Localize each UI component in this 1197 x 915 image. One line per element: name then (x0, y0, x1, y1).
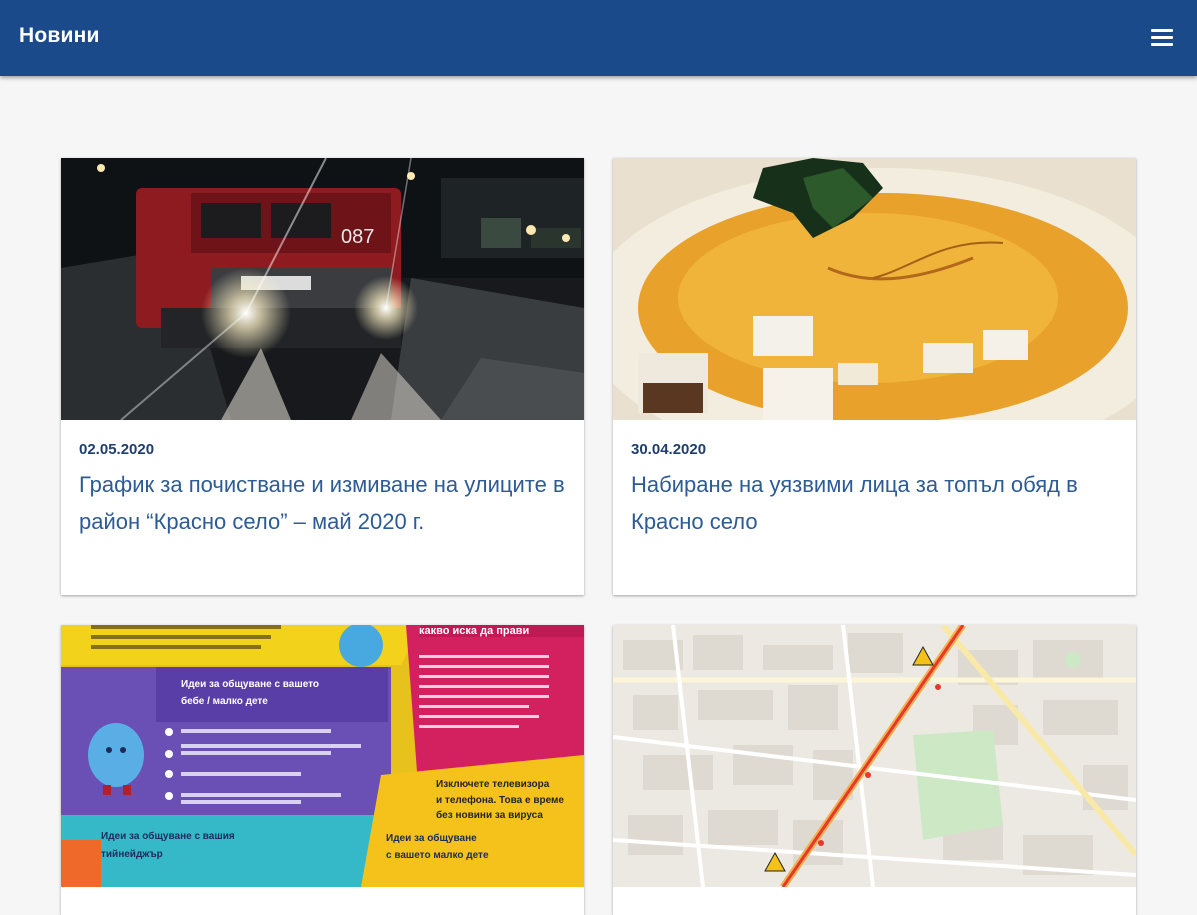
parenting-infographic-image: какво иска да прави Идеи за общуване с в… (61, 625, 584, 887)
street-sweeper-image: 087 (61, 158, 584, 420)
soup-image (613, 158, 1136, 420)
news-card[interactable]: какво иска да прави Идеи за общуване с в… (61, 625, 584, 915)
news-card[interactable]: 087 02.05.2020 График за почистване и из… (61, 158, 584, 595)
page-title: Новини (19, 24, 100, 47)
street-map-image (613, 625, 1136, 887)
news-date: 02.05.2020 (79, 441, 155, 458)
news-title[interactable]: Набиране на уязвими лица за топъл обяд в… (631, 466, 1121, 540)
news-card[interactable]: 30.04.2020 Набиране на уязвими лица за т… (613, 158, 1136, 595)
infographic-heading-top: какво иска да прави (419, 625, 529, 637)
news-date: 30.04.2020 (631, 441, 707, 458)
news-title[interactable]: График за почистване и измиване на улици… (79, 466, 569, 540)
truck-number: 087 (341, 226, 374, 248)
hamburger-menu-icon[interactable] (1151, 26, 1175, 48)
app-bar: Новини (0, 0, 1197, 76)
news-card[interactable] (613, 625, 1136, 915)
